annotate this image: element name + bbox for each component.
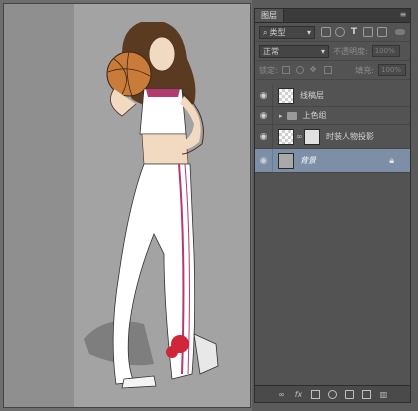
layer-thumbnail [278,152,294,169]
layers-panel: 图层 ≡ ⌕ 类型 ▾ T 正常 ▾ 不透明度: 100% 锁定: ✥ 填充: … [254,8,411,403]
lock-transparent-icon[interactable] [281,66,290,74]
blend-mode-select[interactable]: 正常 ▾ [259,44,329,58]
filter-shape-icon[interactable] [363,27,373,37]
document-workspace [0,0,252,411]
opacity-field[interactable]: 100% [371,45,400,57]
filter-smart-object-icon[interactable] [377,27,387,37]
visibility-eye-icon[interactable]: ◉ [255,156,272,166]
opacity-label: 不透明度: [333,46,368,56]
panel-tabbar: 图层 ≡ [255,9,410,23]
fill-label: 填充: [355,65,374,75]
search-icon: ⌕ [263,27,268,37]
layer-thumbnail [278,128,294,145]
mask-icon[interactable] [311,389,320,399]
lock-row: 锁定: ✥ 填充: 100% [255,61,410,80]
lock-image-icon[interactable] [295,66,304,74]
fx-icon[interactable]: fx [294,390,303,399]
filter-type-icon[interactable]: T [349,27,359,37]
layer-name: 背景 [300,156,316,165]
layer-thumbnail [278,87,294,104]
fashion-figure-artwork [84,22,219,389]
lock-all-icon[interactable] [323,66,332,74]
adjustment-icon[interactable] [328,389,337,399]
layer-row-background[interactable]: ◉ 背景 🔒︎ [255,149,410,173]
folder-icon [286,111,297,120]
lock-icons: ✥ [281,66,332,74]
filter-toggle[interactable] [395,29,405,35]
layer-row-line-art[interactable]: ◉ 线稿层 [255,85,410,107]
blend-mode-label: 正常 [263,46,279,56]
visibility-eye-icon[interactable]: ◉ [255,132,272,142]
filter-type-icons: T [321,27,387,37]
layer-filter-row: ⌕ 类型 ▾ T [255,23,410,42]
layer-name: 上色组 [302,111,327,120]
filter-adjustment-icon[interactable] [335,27,345,37]
layers-list: ◉ 线稿层 ◉ ▸ 上色组 ◉ ∞ 时装人物投影 ◉ 背景 🔒︎ [255,85,410,173]
panel-menu-icon[interactable]: ≡ [396,9,410,22]
tab-layers[interactable]: 图层 [255,9,284,22]
layer-row-color-group[interactable]: ◉ ▸ 上色组 [255,107,410,125]
new-layer-icon[interactable] [362,389,371,399]
visibility-eye-icon[interactable]: ◉ [255,91,272,101]
link-chain-icon: ∞ [296,132,303,141]
document-canvas[interactable] [3,3,251,408]
chevron-down-icon: ▾ [320,46,325,56]
layer-mask-thumbnail[interactable] [304,128,320,145]
chevron-down-icon: ▾ [306,27,311,37]
filter-kind-select[interactable]: ⌕ 类型 ▾ [259,25,315,39]
lock-label: 锁定: [259,65,278,75]
lock-icon: 🔒︎ [389,155,394,166]
face [148,36,176,72]
visibility-eye-icon[interactable]: ◉ [255,111,272,121]
layers-panel-footer: ∞ fx ▥ [255,385,410,402]
trash-icon[interactable]: ▥ [379,390,388,399]
layer-name: 时装人物投影 [326,132,374,141]
layer-row-figure-shadow[interactable]: ◉ ∞ 时装人物投影 [255,125,410,149]
fill-field[interactable]: 100% [378,64,406,76]
blend-mode-row: 正常 ▾ 不透明度: 100% [255,42,410,61]
lock-position-icon[interactable]: ✥ [310,66,318,74]
filter-pixel-icon[interactable] [321,27,331,37]
layer-name: 线稿层 [300,91,324,100]
group-folder-icon[interactable] [345,389,354,399]
filter-kind-label: 类型 [269,27,286,37]
link-icon[interactable]: ∞ [277,390,286,399]
expand-arrow-icon[interactable]: ▸ [279,112,283,120]
